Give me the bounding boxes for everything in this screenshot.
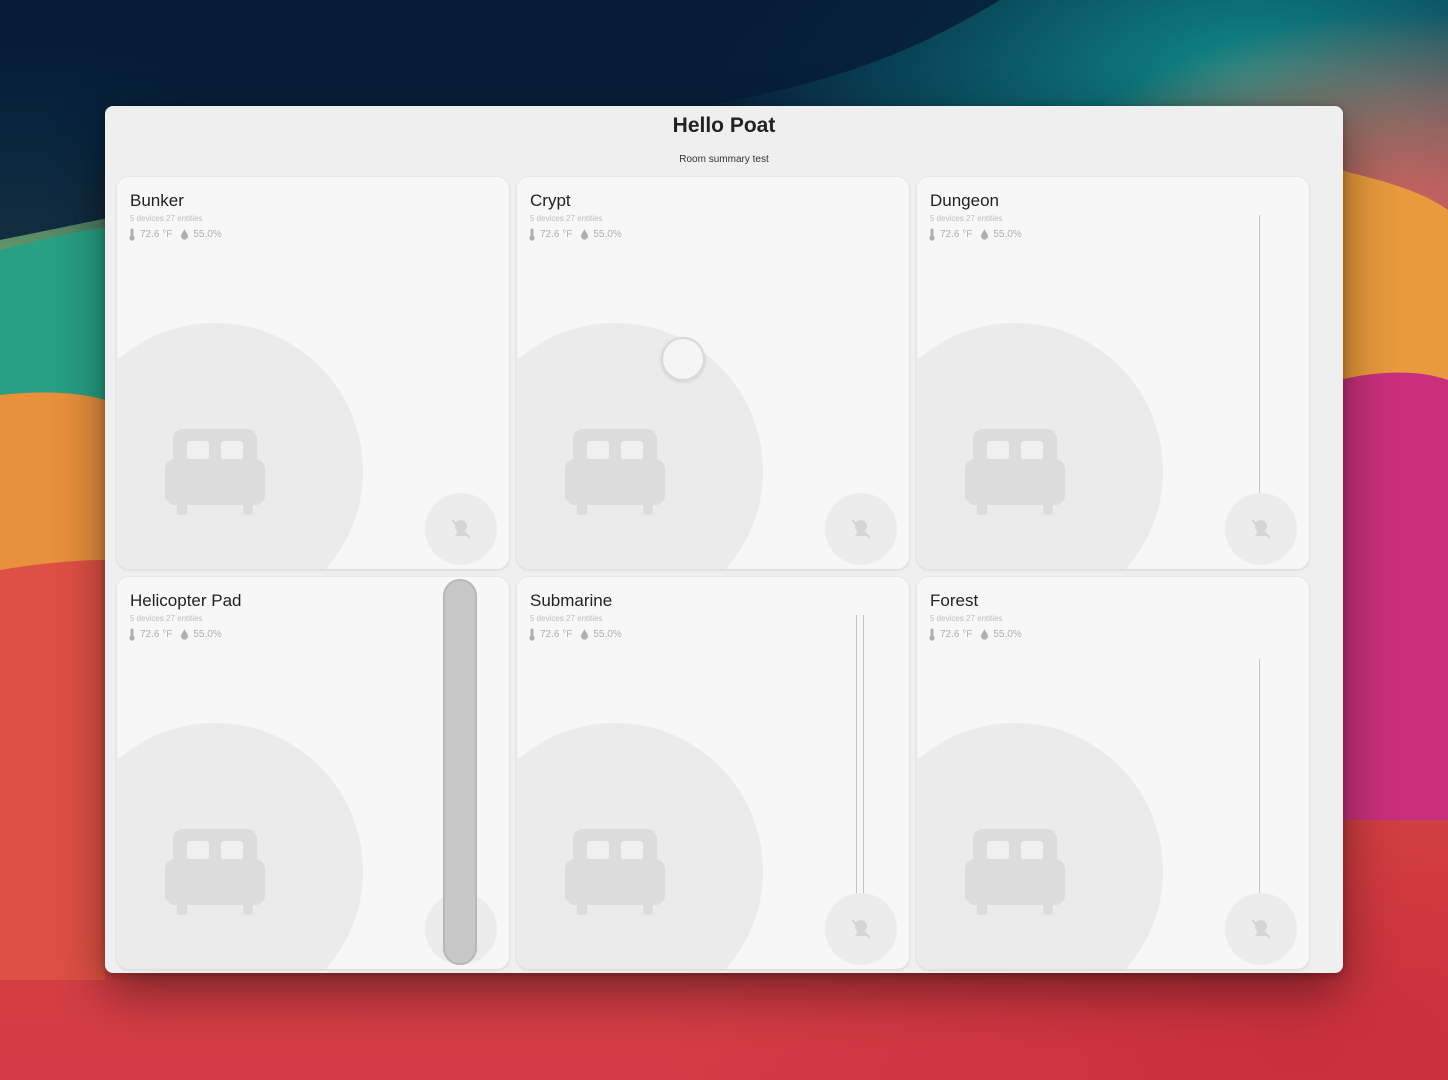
humidity-icon [981, 229, 989, 240]
room-name: Helicopter Pad [130, 591, 242, 610]
room-counts: 5 devices 27 entities [130, 214, 203, 223]
motion-sensor-button[interactable] [1225, 493, 1297, 565]
room-card-crypt[interactable]: Crypt 5 devices 27 entities 72.6 °F 55.0… [517, 177, 909, 569]
room-name: Crypt [530, 191, 571, 210]
page-subtitle: Room summary test [679, 154, 769, 165]
temperature-value: 72.6 °F [940, 229, 973, 240]
room-counts: 5 devices 27 entities [530, 214, 603, 223]
temperature-value: 72.6 °F [140, 629, 173, 640]
room-stats: 72.6 °F 55.0% [928, 628, 1022, 641]
room-name: Bunker [130, 191, 184, 210]
room-counts: 5 devices 27 entities [130, 614, 203, 623]
motion-sensor-button[interactable] [1225, 893, 1297, 965]
room-name: Forest [930, 591, 979, 610]
bed-icon [965, 829, 1065, 915]
dashboard-window: Hello Poat Room summary test Bunker 5 de… [105, 106, 1343, 973]
humidity-icon [181, 629, 189, 640]
room-counts: 5 devices 27 entities [930, 614, 1003, 623]
room-grid: Bunker 5 devices 27 entities 72.6 °F 55.… [117, 177, 1309, 969]
page-title: Hello Poat [672, 114, 776, 137]
room-name: Submarine [530, 591, 613, 610]
thermometer-icon [129, 228, 135, 241]
room-stats: 72.6 °F 55.0% [528, 228, 622, 241]
room-stats: 72.6 °F 55.0% [128, 228, 222, 241]
drag-trail-line [1259, 659, 1260, 929]
room-card-submarine[interactable]: Submarine 5 devices 27 entities 72.6 °F … [517, 577, 909, 969]
temperature-value: 72.6 °F [540, 629, 573, 640]
humidity-value: 55.0% [593, 229, 622, 240]
temperature-value: 72.6 °F [940, 629, 973, 640]
thermometer-icon [929, 228, 935, 241]
humidity-value: 55.0% [593, 629, 622, 640]
room-card-bunker[interactable]: Bunker 5 devices 27 entities 72.6 °F 55.… [117, 177, 509, 569]
humidity-value: 55.0% [193, 629, 222, 640]
thermometer-icon [529, 628, 535, 641]
thermometer-icon [129, 628, 135, 641]
drag-handle[interactable] [661, 337, 705, 381]
motion-sensor-button[interactable] [825, 893, 897, 965]
motion-sensor-off-icon [451, 519, 471, 539]
bed-icon [965, 429, 1065, 515]
bed-icon [565, 429, 665, 515]
humidity-value: 55.0% [993, 629, 1022, 640]
room-card-dungeon[interactable]: Dungeon 5 devices 27 entities 72.6 °F 55… [917, 177, 1309, 569]
room-name: Dungeon [930, 191, 1000, 210]
bed-icon [565, 829, 665, 915]
motion-sensor-off-icon [851, 919, 871, 939]
vertical-slider[interactable] [443, 579, 477, 965]
humidity-icon [181, 229, 189, 240]
bed-icon [165, 429, 265, 515]
room-stats: 72.6 °F 55.0% [928, 228, 1022, 241]
thermometer-icon [929, 628, 935, 641]
room-stats: 72.6 °F 55.0% [528, 628, 622, 641]
room-card-forest[interactable]: Forest 5 devices 27 entities 72.6 °F 55.… [917, 577, 1309, 969]
motion-sensor-off-icon [851, 519, 871, 539]
humidity-icon [981, 629, 989, 640]
room-counts: 5 devices 27 entities [930, 214, 1003, 223]
room-counts: 5 devices 27 entities [530, 614, 603, 623]
temperature-value: 72.6 °F [140, 229, 173, 240]
room-stats: 72.6 °F 55.0% [128, 628, 222, 641]
room-card-helicopter-pad[interactable]: Helicopter Pad 5 devices 27 entities 72.… [117, 577, 509, 969]
thermometer-icon [529, 228, 535, 241]
motion-sensor-off-icon [1251, 519, 1271, 539]
motion-sensor-off-icon [1251, 919, 1271, 939]
motion-sensor-button[interactable] [425, 493, 497, 565]
humidity-value: 55.0% [193, 229, 222, 240]
drag-trail-line [1259, 215, 1260, 515]
humidity-icon [581, 229, 589, 240]
bed-icon [165, 829, 265, 915]
temperature-value: 72.6 °F [540, 229, 573, 240]
motion-sensor-button[interactable] [825, 493, 897, 565]
humidity-value: 55.0% [993, 229, 1022, 240]
humidity-icon [581, 629, 589, 640]
